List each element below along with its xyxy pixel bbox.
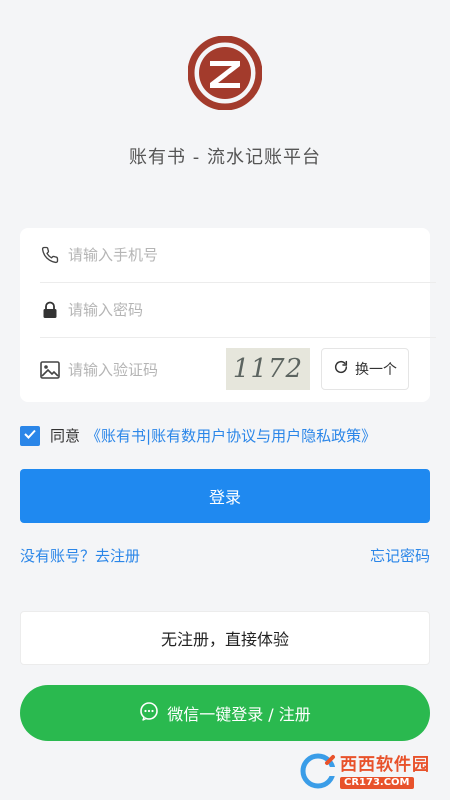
watermark: 西西软件园 CR173.COM bbox=[300, 752, 440, 794]
wechat-login-button[interactable]: 微信一键登录 / 注册 bbox=[20, 685, 430, 741]
check-icon bbox=[23, 426, 37, 445]
login-button[interactable]: 登录 bbox=[20, 469, 430, 523]
captcha-input[interactable] bbox=[68, 361, 218, 379]
agreement-link[interactable]: 《账有书|账有数用户协议与用户隐私政策》 bbox=[86, 425, 376, 446]
image-icon bbox=[40, 360, 60, 380]
agreement-row: 同意 《账有书|账有数用户协议与用户隐私政策》 bbox=[20, 425, 376, 446]
app-title: 账有书 - 流水记账平台 bbox=[129, 147, 321, 168]
register-link[interactable]: 没有账号？去注册 bbox=[20, 545, 140, 566]
watermark-logo-icon bbox=[300, 753, 336, 793]
password-row bbox=[20, 283, 430, 337]
app-logo bbox=[187, 35, 263, 111]
watermark-sub: CR173.COM bbox=[340, 777, 414, 789]
captcha-row: 1172 换一个 bbox=[20, 338, 430, 402]
agreement-label: 同意 bbox=[50, 427, 81, 445]
phone-input[interactable] bbox=[68, 246, 218, 264]
watermark-main: 西西软件园 bbox=[340, 755, 430, 775]
refresh-captcha-button[interactable]: 换一个 bbox=[321, 348, 409, 390]
forgot-password-link[interactable]: 忘记密码 bbox=[370, 545, 430, 566]
refresh-label: 换一个 bbox=[355, 362, 397, 378]
login-form: 1172 换一个 bbox=[20, 228, 436, 402]
guest-experience-button[interactable]: 无注册，直接体验 bbox=[20, 611, 430, 665]
agreement-checkbox[interactable] bbox=[20, 425, 40, 446]
captcha-image[interactable]: 1172 bbox=[226, 348, 310, 390]
wechat-icon bbox=[139, 701, 159, 725]
phone-icon bbox=[40, 245, 60, 265]
phone-row bbox=[20, 228, 430, 282]
login-screen: 账有书 - 流水记账平台 请输入手机号 请输入验证码 1172 换一个 同意 《… bbox=[0, 0, 450, 800]
refresh-icon bbox=[333, 359, 349, 379]
lock-icon bbox=[40, 300, 60, 320]
wechat-login-label: 微信一键登录 / 注册 bbox=[167, 705, 311, 724]
password-input[interactable] bbox=[68, 301, 218, 319]
